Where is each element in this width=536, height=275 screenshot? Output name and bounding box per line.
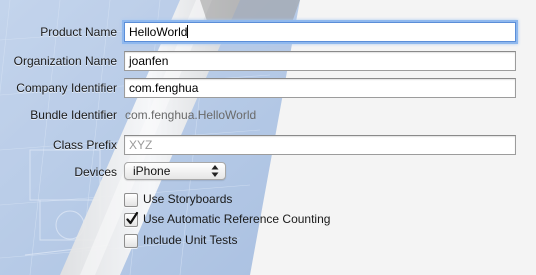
bundle-identifier-label: Bundle Identifier xyxy=(30,108,117,122)
bundle-identifier-row: Bundle Identifier com.fenghua.HelloWorld xyxy=(0,105,536,127)
class-prefix-input[interactable]: XYZ xyxy=(124,135,516,155)
class-prefix-placeholder: XYZ xyxy=(129,138,153,152)
use-storyboards-checkbox[interactable] xyxy=(124,193,138,207)
use-arc-label[interactable]: Use Automatic Reference Counting xyxy=(143,212,330,226)
devices-popup-button[interactable]: iPhone xyxy=(124,162,226,180)
product-name-row: Product Name HelloWorld xyxy=(0,22,536,44)
company-identifier-input[interactable]: com.fenghua xyxy=(124,78,516,98)
text-caret xyxy=(187,25,189,38)
use-storyboards-label[interactable]: Use Storyboards xyxy=(143,192,232,206)
product-name-value: HelloWorld xyxy=(129,25,188,39)
organization-name-row: Organization Name joanfen xyxy=(0,51,536,73)
company-identifier-row: Company Identifier com.fenghua xyxy=(0,78,536,100)
product-name-input[interactable]: HelloWorld xyxy=(124,22,516,42)
include-unit-tests-option[interactable]: Include Unit Tests xyxy=(124,233,424,249)
organization-name-label: Organization Name xyxy=(13,54,117,68)
organization-name-input[interactable]: joanfen xyxy=(124,51,516,71)
up-down-arrows-icon xyxy=(211,165,219,177)
use-arc-checkbox[interactable] xyxy=(124,211,139,227)
use-arc-option[interactable]: Use Automatic Reference Counting xyxy=(124,211,424,228)
devices-row: Devices iPhone xyxy=(0,162,536,184)
devices-selected-value: iPhone xyxy=(133,164,171,178)
class-prefix-label: Class Prefix xyxy=(52,138,117,152)
project-options-form: Product Name HelloWorld Organization Nam… xyxy=(0,0,536,275)
use-storyboards-option[interactable]: Use Storyboards xyxy=(124,192,424,208)
company-identifier-label: Company Identifier xyxy=(16,81,117,95)
devices-label: Devices xyxy=(74,165,117,179)
class-prefix-row: Class Prefix XYZ xyxy=(0,135,536,157)
product-name-label: Product Name xyxy=(40,25,117,39)
new-project-options-panel: Product Name HelloWorld Organization Nam… xyxy=(0,0,536,275)
include-unit-tests-label[interactable]: Include Unit Tests xyxy=(143,233,238,247)
checkmark-icon xyxy=(126,211,139,225)
company-identifier-value: com.fenghua xyxy=(129,81,199,95)
include-unit-tests-checkbox[interactable] xyxy=(124,234,138,248)
organization-name-value: joanfen xyxy=(129,54,169,68)
bundle-identifier-value: com.fenghua.HelloWorld xyxy=(125,108,257,122)
